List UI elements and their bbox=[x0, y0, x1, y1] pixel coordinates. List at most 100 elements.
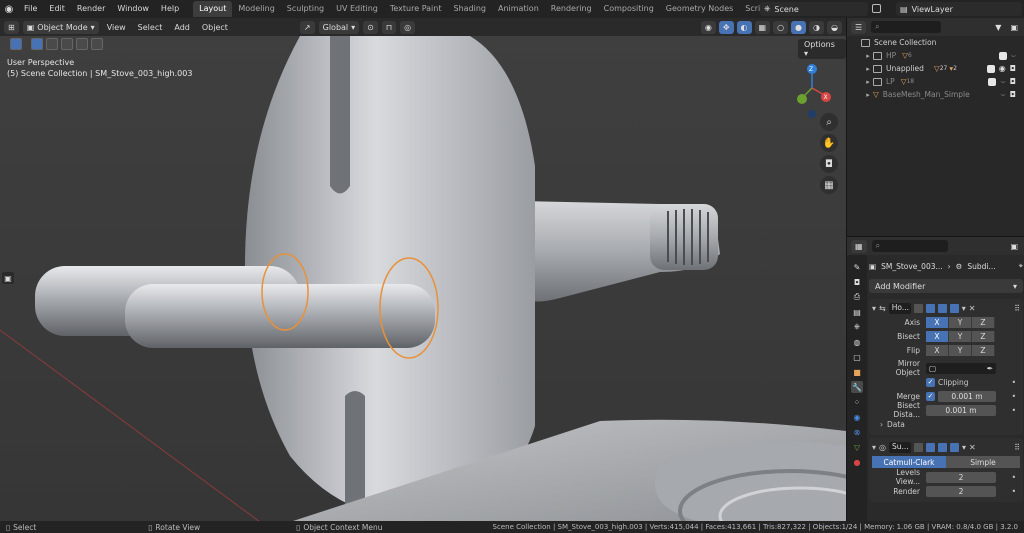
pin-icon[interactable]: ⌖ bbox=[1019, 261, 1023, 271]
transform-orientation-selector[interactable]: Global ▾ bbox=[318, 20, 360, 34]
drag-handle-icon[interactable]: ⠿ bbox=[1014, 304, 1020, 313]
tab-compositing[interactable]: Compositing bbox=[598, 1, 660, 17]
merge-distance-field[interactable]: 0.001 m bbox=[938, 390, 996, 402]
axis-z-toggle[interactable]: Z bbox=[972, 316, 995, 328]
exclude-checkbox[interactable] bbox=[998, 51, 1007, 60]
constraints-tab-icon[interactable]: ⊗ bbox=[851, 426, 863, 438]
select-new-button[interactable] bbox=[31, 38, 43, 50]
keyframe-dot-icon[interactable]: • bbox=[1012, 378, 1016, 387]
axis-x-toggle[interactable]: X bbox=[926, 316, 949, 328]
shading-material[interactable]: ◑ bbox=[809, 20, 825, 34]
menu-file[interactable]: File bbox=[18, 0, 43, 18]
tab-layout[interactable]: Layout bbox=[193, 1, 233, 17]
tweak-tool-button[interactable] bbox=[10, 38, 22, 50]
render-levels-field[interactable]: 2 bbox=[926, 485, 996, 497]
properties-editor-type[interactable]: ▦ bbox=[851, 239, 867, 253]
drag-handle-icon[interactable]: ⠿ bbox=[1014, 443, 1020, 452]
eye-closed-icon[interactable]: ⌣ bbox=[1000, 77, 1005, 87]
tab-animation[interactable]: Animation bbox=[492, 1, 545, 17]
filter-icon[interactable]: ▼ bbox=[995, 23, 1001, 32]
edit-mode-toggle-icon[interactable] bbox=[913, 303, 923, 313]
menu-edit[interactable]: Edit bbox=[43, 0, 71, 18]
levels-viewport-field[interactable]: 2 bbox=[926, 471, 996, 483]
tab-geometry-nodes[interactable]: Geometry Nodes bbox=[660, 1, 739, 17]
select-extend-button[interactable] bbox=[46, 38, 58, 50]
modifier-tab-icon[interactable]: 🔧 bbox=[851, 381, 863, 393]
flip-z-toggle[interactable]: Z bbox=[972, 344, 995, 356]
gizmo-neg-z[interactable] bbox=[808, 110, 816, 118]
keyframe-dot-icon[interactable]: • bbox=[1012, 473, 1016, 482]
close-icon[interactable]: ✕ bbox=[969, 443, 976, 452]
visibility-button[interactable]: ◉ bbox=[700, 20, 716, 34]
tab-uv-editing[interactable]: UV Editing bbox=[330, 1, 384, 17]
clipping-checkbox[interactable]: ✓ bbox=[926, 377, 935, 387]
menu-help[interactable]: Help bbox=[155, 0, 185, 18]
proportional-edit-button[interactable]: ◎ bbox=[400, 20, 416, 34]
mirror-object-field[interactable]: ▢ ✒ bbox=[926, 362, 996, 374]
tab-rendering[interactable]: Rendering bbox=[545, 1, 598, 17]
flip-x-toggle[interactable]: X bbox=[926, 344, 949, 356]
outliner-scene-collection[interactable]: Scene Collection bbox=[847, 36, 1024, 49]
outliner-row-basemesh[interactable]: ▸ ▽ BaseMesh_Man_Simple ⌣ ◘ bbox=[847, 88, 1024, 101]
outliner-row-unapplied[interactable]: ▸ Unapplied ▽ 27 ▾ 2 ◉ ◘ bbox=[847, 62, 1024, 75]
bisect-x-toggle[interactable]: X bbox=[926, 330, 949, 342]
select-invert-button[interactable] bbox=[76, 38, 88, 50]
keyframe-dot-icon[interactable]: • bbox=[1012, 392, 1016, 401]
pin-icon[interactable]: ▣ bbox=[1010, 242, 1018, 251]
expand-arrow-icon[interactable]: ▸ bbox=[863, 78, 873, 86]
camera-render-icon[interactable]: ◘ bbox=[1010, 77, 1016, 86]
3d-viewport[interactable]: User Perspective (5) Scene Collection | … bbox=[0, 36, 846, 522]
snap-button[interactable]: ⊓ bbox=[381, 20, 397, 34]
viewport-toggle-icon[interactable] bbox=[938, 442, 947, 452]
eye-closed-icon[interactable]: ⌣ bbox=[1011, 51, 1016, 61]
shading-wireframe[interactable]: ○ bbox=[773, 20, 789, 34]
menu-view[interactable]: View bbox=[103, 23, 130, 32]
overlay-toggle[interactable]: ◐ bbox=[736, 20, 752, 34]
select-intersect-button[interactable] bbox=[91, 38, 103, 50]
particles-tab-icon[interactable]: ⁘ bbox=[851, 396, 863, 408]
camera-render-icon[interactable]: ◘ bbox=[1010, 90, 1016, 99]
render-toggle-icon[interactable] bbox=[949, 303, 959, 313]
view-layer-tab-icon[interactable]: ▤ bbox=[851, 306, 863, 318]
render-toggle-icon[interactable] bbox=[950, 442, 959, 452]
menu-select[interactable]: Select bbox=[134, 23, 167, 32]
mirror-modifier-name-field[interactable]: Ho... bbox=[888, 302, 911, 314]
bisect-distance-field[interactable]: 0.001 m bbox=[926, 404, 996, 416]
tool-tab-icon[interactable]: ✎ bbox=[851, 261, 863, 273]
eye-closed-icon[interactable]: ⌣ bbox=[1000, 90, 1005, 100]
pan-hand-icon[interactable]: ✋ bbox=[820, 134, 838, 152]
blender-logo-icon[interactable]: ◉ bbox=[0, 0, 18, 18]
view-layer-selector[interactable]: ▤ ViewLayer bbox=[896, 2, 1022, 16]
expand-arrow-icon[interactable]: ▸ bbox=[863, 52, 873, 60]
outliner-editor-type[interactable]: ☰ bbox=[851, 20, 867, 34]
axis-y-toggle[interactable]: Y bbox=[949, 316, 972, 328]
menu-add[interactable]: Add bbox=[170, 23, 194, 32]
xray-toggle[interactable]: ▦ bbox=[754, 20, 771, 34]
tab-shading[interactable]: Shading bbox=[447, 1, 492, 17]
object-tab-icon[interactable]: ■ bbox=[851, 366, 863, 378]
shading-rendered[interactable]: ◒ bbox=[827, 20, 842, 34]
on-cage-toggle-icon[interactable] bbox=[926, 442, 935, 452]
expand-arrow-icon[interactable]: ▸ bbox=[863, 91, 873, 99]
zoom-icon[interactable]: ⌕ bbox=[820, 113, 838, 131]
toolbar-toggle-icon[interactable]: ▣ bbox=[2, 272, 14, 284]
on-cage-toggle-icon[interactable] bbox=[925, 303, 935, 313]
snap-toggle-left[interactable]: ↗ bbox=[299, 20, 315, 34]
close-icon[interactable]: ✕ bbox=[969, 304, 976, 313]
chevron-down-icon[interactable]: ▾ bbox=[962, 304, 966, 313]
pivot-point-button[interactable]: ⊙ bbox=[363, 20, 378, 34]
camera-icon[interactable]: ◘ bbox=[820, 155, 838, 173]
scene-copy-icon[interactable] bbox=[872, 4, 881, 13]
physics-tab-icon[interactable]: ◉ bbox=[851, 411, 863, 423]
chevron-down-icon[interactable]: ▾ bbox=[962, 443, 966, 452]
catmull-clark-option[interactable]: Catmull-Clark bbox=[872, 456, 946, 468]
exclude-checkbox[interactable] bbox=[988, 77, 997, 86]
tab-sculpting[interactable]: Sculpting bbox=[281, 1, 330, 17]
world-tab-icon[interactable]: ◍ bbox=[851, 336, 863, 348]
outliner-row-lp[interactable]: ▸ LP ▽ 18 ⌣ ◘ bbox=[847, 75, 1024, 88]
select-subtract-button[interactable] bbox=[61, 38, 73, 50]
viewport-toggle-icon[interactable] bbox=[937, 303, 947, 313]
flip-y-toggle[interactable]: Y bbox=[949, 344, 972, 356]
options-dropdown[interactable]: Options ▾ bbox=[798, 39, 846, 59]
menu-object[interactable]: Object bbox=[198, 23, 232, 32]
